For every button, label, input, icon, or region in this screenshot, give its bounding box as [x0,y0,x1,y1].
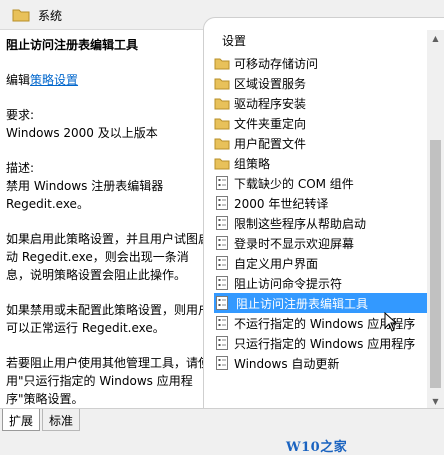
folder-icon [214,55,230,71]
list-item[interactable]: 用户配置文件 [214,133,428,153]
list-item[interactable]: 阻止访问命令提示符 [214,273,428,293]
policy-setting-icon [214,295,230,311]
edit-policy-link[interactable]: 策略设置 [30,73,78,87]
folder-icon [214,115,230,131]
list-item[interactable]: Windows 自动更新 [214,353,428,373]
list-item-label: 阻止访问命令提示符 [234,276,343,291]
description-pane: 阻止访问注册表编辑工具 编辑策略设置 要求: Windows 2000 及以上版… [0,30,210,408]
policy-setting-icon [214,235,230,251]
tab-standard[interactable]: 标准 [42,409,81,431]
view-tab-bar: 扩展 标准 [0,408,444,436]
scroll-up-arrow-icon[interactable]: ▲ [427,30,444,47]
scrollbar-thumb[interactable] [430,140,441,388]
policy-setting-icon [214,275,230,291]
policy-heading: 阻止访问注册表编辑工具 [6,38,139,52]
list-item-label: 用户配置文件 [234,136,307,151]
requirements-value: Windows 2000 及以上版本 [6,126,158,140]
list-item-label: 登录时不显示欢迎屏幕 [234,236,355,251]
edit-line: 编辑策略设置 [6,71,210,89]
description-line-2: Regedit.exe。 [6,197,89,211]
list-item[interactable]: 限制这些程序从帮助启动 [214,213,428,233]
list-item[interactable]: 阻止访问注册表编辑工具 [214,293,428,313]
settings-list-pane: 设置 可移动存储访问 区域设置服务 驱动程序安装 文件夹重定向 用户配置文件 组策略下载缺… [203,17,444,410]
vertical-scrollbar[interactable]: ▲ ▼ [427,30,444,410]
folder-icon [12,8,30,25]
other-tools-text: 若要阻止用户使用其他管理工具，请使用"只运行指定的 Windows 应用程序"策… [6,356,211,406]
list-item[interactable]: 文件夹重定向 [214,113,428,133]
policy-setting-icon [214,255,230,271]
window-title: 系统 [38,9,63,23]
tab-extended[interactable]: 扩展 [2,409,41,431]
list-item-label: 组策略 [234,156,271,171]
list-item-label: 下载缺少的 COM 组件 [234,176,354,191]
mouse-pointer-icon [384,311,398,335]
policy-setting-icon [214,215,230,231]
requirements: 要求: Windows 2000 及以上版本 [6,106,210,142]
list-item-label: Windows 自动更新 [234,356,340,371]
list-item[interactable]: 只运行指定的 Windows 应用程序 [214,333,428,353]
policy-setting-icon [214,175,230,191]
list-item[interactable]: 驱动程序安装 [214,93,428,113]
list-item-label: 2000 年世纪转译 [234,196,329,211]
folder-icon [214,135,230,151]
list-item-label: 限制这些程序从帮助启动 [234,216,367,231]
policy-setting-icon [214,335,230,351]
list-item-label: 可移动存储访问 [234,56,319,71]
column-header-settings[interactable]: 设置 [222,32,246,49]
list-item-label: 只运行指定的 Windows 应用程序 [234,336,416,351]
list-item[interactable]: 下载缺少的 COM 组件 [214,173,428,193]
folder-icon [214,75,230,91]
folder-icon [214,95,230,111]
edit-prefix: 编辑 [6,73,31,87]
policy-setting-icon [214,195,230,211]
folder-icon [214,155,230,171]
list-item-label: 驱动程序安装 [234,96,307,111]
requirements-label: 要求: [6,108,35,122]
list-item-label: 区域设置服务 [234,76,307,91]
list-item[interactable]: 自定义用户界面 [214,253,428,273]
list-item-label: 自定义用户界面 [234,256,319,271]
list-item[interactable]: 组策略 [214,153,428,173]
watermark: W10之家 W10ZJ.COM [286,440,348,455]
list-item[interactable]: 2000 年世纪转译 [214,193,428,213]
description-label: 描述: [6,161,35,175]
list-item[interactable]: 区域设置服务 [214,73,428,93]
list-item[interactable]: 可移动存储访问 [214,53,428,73]
description-line-1: 禁用 Windows 注册表编辑器 [6,179,164,193]
policy-setting-icon [214,355,230,371]
policy-setting-icon [214,315,230,331]
list-item[interactable]: 登录时不显示欢迎屏幕 [214,233,428,253]
disabled-text: 如果禁用或未配置此策略设置，则用户可以正常运行 Regedit.exe。 [6,303,211,335]
enabled-text: 如果启用此策略设置，并且用户试图启动 Regedit.exe，则会出现一条消息，… [6,232,211,282]
list-item-label: 文件夹重定向 [234,116,307,131]
list-item-label: 阻止访问注册表编辑工具 [236,296,369,311]
description-block: 描述: 禁用 Windows 注册表编辑器 Regedit.exe。 [6,159,210,213]
